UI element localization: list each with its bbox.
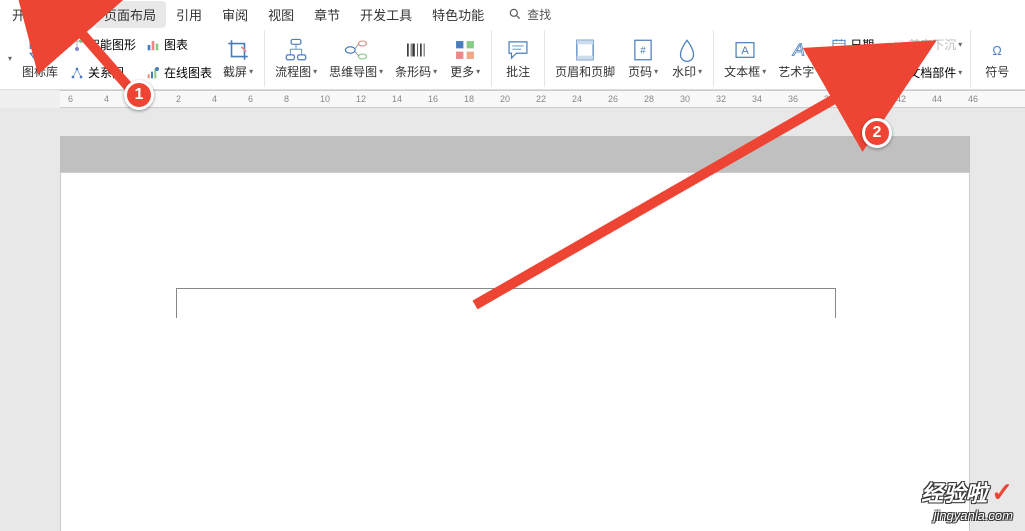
screenshot-button[interactable]: 截屏▾ [216, 30, 260, 87]
watermark-button[interactable]: 水印▾ [665, 30, 709, 87]
document-frame-line [176, 288, 836, 318]
tab-start[interactable]: 开始 [2, 1, 48, 28]
barcode-label: 条形码▾ [395, 63, 437, 80]
document-canvas[interactable] [0, 108, 1025, 531]
watermark-title: 经验啦 [921, 476, 987, 508]
wordart-button[interactable]: A 艺术字▾ [772, 30, 826, 87]
symbol-label: 符号 [985, 63, 1009, 80]
document-page[interactable] [60, 172, 970, 531]
svg-text:Ω: Ω [993, 44, 1002, 58]
comment-button[interactable]: 批注 [496, 30, 540, 87]
date-label: 日期 [850, 36, 874, 53]
relation-chart-button[interactable]: 关系图 [64, 60, 140, 86]
annotation-marker-1: 1 [124, 80, 154, 110]
doc-parts-icon [888, 64, 906, 82]
doc-parts-label: 文档部件 [908, 64, 956, 81]
flowchart-label: 流程图▾ [275, 63, 317, 80]
crop-icon [225, 37, 251, 63]
online-chart-icon [144, 64, 162, 82]
tab-devtools[interactable]: 开发工具 [350, 1, 422, 28]
tab-view[interactable]: 视图 [258, 1, 304, 28]
tab-special[interactable]: 特色功能 [422, 1, 494, 28]
search-label: 查找 [527, 6, 551, 23]
tab-layout[interactable]: 页面布局 [94, 1, 166, 28]
header-footer-label: 页眉和页脚 [555, 63, 615, 80]
smart-graphic-button[interactable]: 智能图形 [64, 32, 140, 58]
horizontal-ruler[interactable]: 6422468101214161820222426283032343638404… [60, 90, 1025, 108]
more-label: 更多▾ [450, 63, 480, 80]
screenshot-label: 截屏▾ [223, 63, 253, 80]
flowchart-button[interactable]: 流程图▾ [269, 30, 323, 87]
search-button[interactable]: 查找 [506, 5, 551, 23]
object-icon [830, 64, 848, 82]
smart-graphic-label: 智能图形 [88, 36, 136, 53]
wordart-label: 艺术字▾ [778, 63, 820, 80]
barcode-button[interactable]: 条形码▾ [389, 30, 443, 87]
textbox-icon: A [732, 37, 758, 63]
chart-icon [144, 36, 162, 54]
comment-icon [505, 37, 531, 63]
page-shadow [60, 136, 970, 172]
online-chart-label: 在线图表 [164, 64, 212, 81]
doc-parts-button[interactable]: 文档部件▾ [884, 60, 966, 86]
mindmap-icon [343, 37, 369, 63]
mindmap-button[interactable]: 思维导图▾ [323, 30, 389, 87]
icon-library-label: 图标库 [22, 63, 58, 80]
svg-text:A: A [741, 45, 749, 57]
more-button[interactable]: 更多▾ [443, 30, 487, 87]
svg-text:A: A [792, 40, 805, 60]
object-label: 对象 [850, 64, 874, 81]
chart-button[interactable]: 图表 [140, 32, 216, 58]
svg-text:#: # [640, 45, 646, 56]
page-number-icon: # [630, 37, 656, 63]
comment-label: 批注 [506, 63, 530, 80]
symbol-icon: Ω [984, 37, 1010, 63]
check-icon: ✓ [991, 477, 1013, 507]
barcode-icon [403, 37, 429, 63]
watermark-url: jingyanla.com [921, 508, 1013, 523]
drop-cap-label: 首字下沉 [908, 36, 956, 53]
more-icon [452, 37, 478, 63]
mindmap-label: 思维导图▾ [329, 63, 383, 80]
page-number-label: 页码▾ [628, 63, 658, 80]
tab-review[interactable]: 审阅 [212, 1, 258, 28]
search-icon [506, 5, 524, 23]
tab-reference[interactable]: 引用 [166, 1, 212, 28]
header-footer-icon [572, 37, 598, 63]
unknown-dropdown[interactable]: ▾ [4, 46, 16, 72]
wordart-icon: A [786, 37, 812, 63]
tab-section[interactable]: 章节 [304, 1, 350, 28]
calendar-icon [830, 36, 848, 54]
textbox-button[interactable]: A 文本框▾ [718, 30, 772, 87]
annotation-marker-2: 2 [862, 118, 892, 148]
tab-bar: 开始 插入 页面布局 引用 审阅 视图 章节 开发工具 特色功能 查找 [0, 0, 1025, 28]
textbox-label: 文本框▾ [724, 63, 766, 80]
watermark-icon [674, 37, 700, 63]
smartart-icon [68, 36, 86, 54]
online-chart-button[interactable]: 在线图表 [140, 60, 216, 86]
date-button[interactable]: 日期 [826, 32, 884, 58]
symbol-button[interactable]: Ω 符号 [975, 30, 1019, 87]
relation-chart-label: 关系图 [88, 64, 124, 81]
watermark-logo: 经验啦✓ jingyanla.com [921, 476, 1013, 523]
chart-label: 图表 [164, 36, 188, 53]
watermark-label: 水印▾ [672, 63, 702, 80]
drop-cap-button: A 首字下沉▾ [884, 32, 966, 58]
relation-icon [68, 64, 86, 82]
page-number-button[interactable]: # 页码▾ [621, 30, 665, 87]
ribbon: ▾ 图标库 智能图形 关系图 图表 在线图表 [0, 28, 1025, 90]
drop-cap-icon: A [888, 36, 906, 54]
tab-insert[interactable]: 插入 [48, 1, 94, 28]
object-button[interactable]: 对象▾ [826, 60, 884, 86]
shapes-icon [27, 37, 53, 63]
icon-library-button[interactable]: 图标库 [16, 30, 64, 87]
flowchart-icon [283, 37, 309, 63]
header-footer-button[interactable]: 页眉和页脚 [549, 30, 621, 87]
